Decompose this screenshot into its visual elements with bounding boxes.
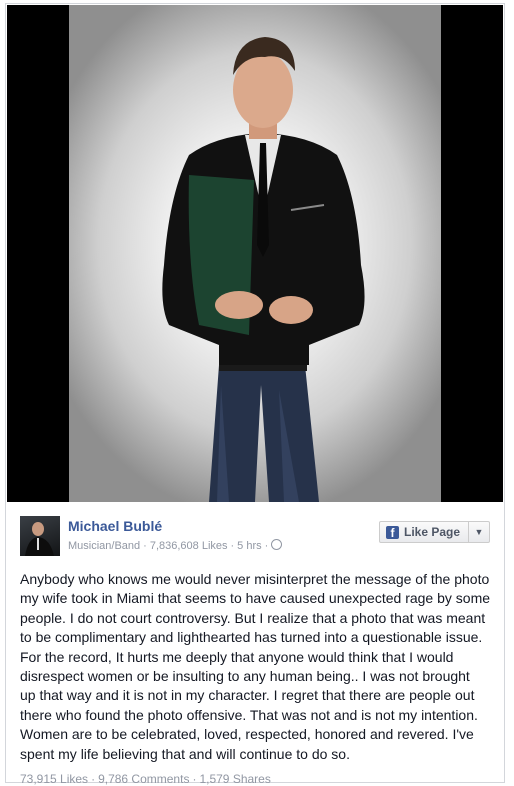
post-text: Anybody who knows me would never misinte… bbox=[20, 571, 491, 762]
facebook-icon: f bbox=[386, 525, 399, 540]
comments-count[interactable]: 9,786 Comments bbox=[98, 772, 189, 786]
page-name[interactable]: Michael Bublé bbox=[68, 518, 162, 534]
like-page-button[interactable]: f Like Page ▼ bbox=[379, 521, 490, 543]
shares-count[interactable]: 1,579 Shares bbox=[199, 772, 270, 786]
like-page-main[interactable]: f Like Page bbox=[380, 522, 468, 542]
person-illustration bbox=[162, 37, 365, 502]
page-likes-count: 7,836,608 Likes bbox=[149, 540, 228, 552]
avatar[interactable] bbox=[20, 516, 60, 556]
post-card: Michael Bublé Musician/Band · 7,836,608 Li… bbox=[5, 3, 505, 786]
likes-count[interactable]: 73,915 Likes bbox=[20, 772, 88, 786]
chevron-down-icon[interactable]: ▼ bbox=[468, 522, 489, 542]
page-category[interactable]: Musician/Band bbox=[68, 540, 140, 552]
like-page-label: Like Page bbox=[404, 525, 461, 539]
avatar-icon bbox=[25, 522, 54, 556]
post-header: Michael Bublé Musician/Band · 7,836,608 Li… bbox=[20, 516, 490, 556]
post-time[interactable]: 5 hrs bbox=[237, 540, 261, 552]
post-photo[interactable] bbox=[7, 5, 503, 502]
post-meta: Musician/Band · 7,836,608 Likes · 5 hrs · bbox=[68, 539, 283, 552]
globe-icon bbox=[271, 539, 283, 550]
post-stats: 73,915 Likes · 9,786 Comments · 1,579 Shares bbox=[20, 772, 271, 786]
